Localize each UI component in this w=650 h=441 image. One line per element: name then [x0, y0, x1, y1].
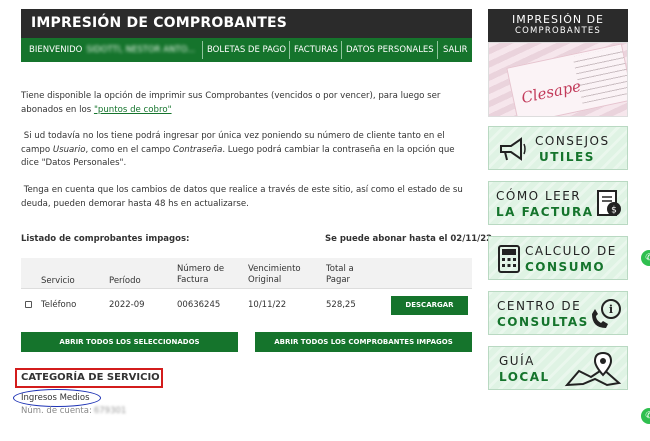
col-total: Total a Pagar	[326, 264, 354, 285]
col-servicio: Servicio	[41, 276, 75, 286]
whatsapp-icon[interactable]: ✆	[641, 250, 650, 266]
nav-datos-personales[interactable]: DATOS PERSONALES	[346, 38, 434, 62]
main-nav: BIENVENIDO SIDOTTI, NESTOR ANTO... BOLETA…	[21, 38, 472, 62]
open-all-unpaid-button[interactable]: ABRIR TODOS LOS COMPROBANTES IMPAGOS	[255, 332, 472, 352]
col-numero-factura: Número de Factura	[177, 264, 225, 285]
page-header: IMPRESIÓN DE COMPROBANTES	[21, 9, 472, 38]
update-delay-paragraph: Tenga en cuenta que los cambios de datos…	[21, 185, 463, 209]
page-title: IMPRESIÓN DE COMPROBANTES	[31, 15, 288, 31]
category-title: CATEGORÍA DE SERVICIO	[21, 372, 160, 383]
col-vencimiento: Vencimiento Original	[248, 264, 301, 285]
col-periodo: Período	[109, 276, 141, 286]
due-date-note: Se puede abonar hasta el 02/11/22	[325, 234, 493, 244]
nav-boletas-de-pago[interactable]: BOLETAS DE PAGO	[207, 38, 286, 62]
nav-facturas[interactable]: FACTURAS	[294, 38, 338, 62]
first-access-paragraph: Si ud todavía no los tiene podrá ingresa…	[21, 131, 455, 168]
calculator-icon	[498, 245, 520, 273]
account-number: Núm. de cuenta: 679301	[21, 406, 127, 416]
download-button[interactable]: DESCARGAR	[391, 296, 468, 315]
nav-welcome: BIENVENIDO SIDOTTI, NESTOR ANTO...	[29, 45, 196, 55]
table-header	[21, 258, 472, 288]
cell-numero: 00636245	[177, 300, 221, 310]
sidebar-banner-title[interactable]: IMPRESIÓN DE COMPROBANTES	[488, 9, 628, 42]
nav-salir[interactable]: SALIR	[443, 38, 468, 62]
category-value: Ingresos Medios	[21, 393, 90, 403]
svg-text:$: $	[611, 206, 617, 216]
intro-paragraph: Tiene disponible la opción de imprimir s…	[21, 91, 441, 115]
cell-total: 528,25	[326, 300, 356, 310]
card-centro-consultas[interactable]: CENTRO DE CONSULTAS i	[488, 291, 628, 335]
row-select-checkbox[interactable]	[25, 301, 32, 308]
cell-vencimiento: 10/11/22	[248, 300, 287, 310]
map-pin-icon	[564, 351, 622, 387]
card-guia-local[interactable]: GUÍA LOCAL	[488, 346, 628, 390]
cell-servicio: Teléfono	[41, 300, 77, 310]
unpaid-list-title: Listado de comprobantes impagos:	[21, 234, 190, 244]
whatsapp-icon-2[interactable]: ✆	[641, 408, 650, 424]
puntos-de-cobro-link[interactable]: "puntos de cobro"	[94, 105, 172, 115]
card-como-leer-factura[interactable]: CÓMO LEER LA FACTURA $	[488, 181, 628, 225]
card-consejos-utiles[interactable]: CONSEJOS UTILES	[488, 126, 628, 170]
invoice-dollar-icon: $	[597, 190, 621, 216]
svg-text:i: i	[609, 303, 613, 316]
phone-info-icon: i	[592, 299, 621, 328]
open-selected-button[interactable]: ABRIR TODOS LOS SELECCIONADOS	[21, 332, 238, 352]
invoice-banner-image[interactable]: Clesape	[488, 42, 628, 117]
card-calculo-consumo[interactable]: CALCULO DE CONSUMO	[488, 236, 628, 280]
megaphone-icon	[500, 137, 526, 161]
cell-periodo: 2022-09	[109, 300, 145, 310]
